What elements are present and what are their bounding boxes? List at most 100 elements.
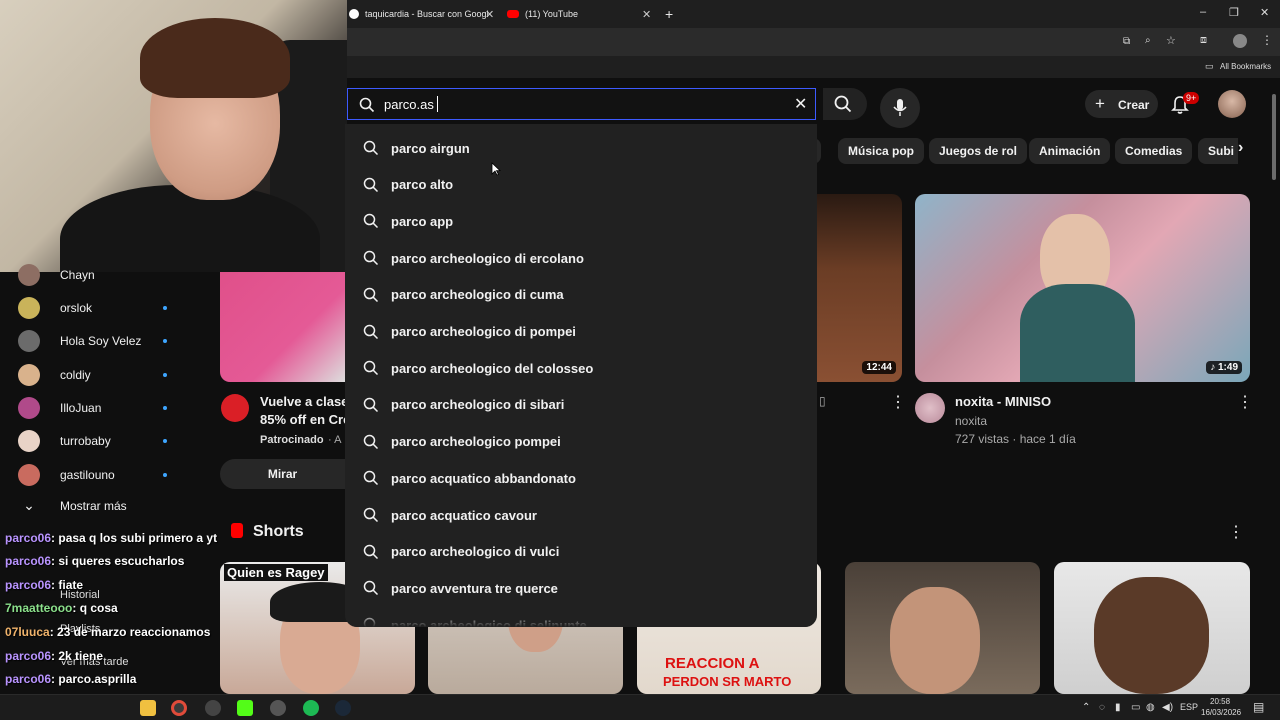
thumbnail-shirt [1020, 284, 1135, 382]
sidebar-item-gastilouno[interactable]: gastilouno [18, 464, 167, 486]
notification-badge: 9+ [1183, 92, 1200, 104]
scrollbar-thumb[interactable] [1272, 94, 1276, 180]
language-indicator[interactable]: ESP [1180, 702, 1198, 712]
notification-center-icon[interactable]: ▤ [1253, 700, 1264, 714]
ad-title-2[interactable]: 85% off en Cre [260, 412, 350, 427]
app-icon[interactable] [205, 700, 221, 716]
suggestion-item[interactable]: parco avventura tre querce [363, 578, 558, 598]
sidebar-item-turrobaby[interactable]: turrobaby [18, 430, 167, 452]
sidebar-item-label: coldiy [60, 368, 91, 382]
account-avatar[interactable] [1218, 90, 1246, 118]
search-button[interactable] [823, 88, 867, 120]
chip-juegos-de-rol[interactable]: Juegos de rol [929, 138, 1028, 164]
search-icon [363, 177, 379, 192]
chip-animacion[interactable]: Animación [1029, 138, 1111, 164]
sidebar-item-illojuan[interactable]: IlloJuan [18, 397, 167, 419]
chip-comedias[interactable]: Comedias [1115, 138, 1193, 164]
chip-musica-pop[interactable]: Música pop [838, 138, 925, 164]
minimize-icon[interactable]: – [1200, 6, 1206, 18]
suggestion-item[interactable]: parco archeologico del colosseo [363, 358, 593, 378]
suggestion-item[interactable]: parco archeologico di sibari [363, 395, 564, 415]
close-tab-icon[interactable]: ✕ [485, 8, 494, 21]
star-icon[interactable]: ☆ [1166, 34, 1176, 47]
suggestion-item[interactable]: parco acquatico cavour [363, 505, 537, 525]
sidebar-item-chayn[interactable]: Chayn [18, 264, 95, 286]
sidebar-item-orslok[interactable]: orslok [18, 297, 167, 319]
suggestion-item[interactable]: parco archeologico di cuma [363, 285, 564, 305]
show-more-button[interactable]: ⌄ Mostrar más [18, 497, 127, 514]
close-tab-icon[interactable]: ✕ [642, 8, 651, 21]
ad-cta-button[interactable]: Mirar [220, 459, 345, 489]
channel-name[interactable]: noxita [955, 414, 987, 428]
chip-partial[interactable]: Subi [1198, 138, 1238, 164]
sidebar-item-label: Chayn [60, 268, 95, 282]
clock-time[interactable]: 20:58 [1210, 697, 1230, 706]
profile-icon[interactable] [1233, 34, 1247, 48]
notifications-button[interactable]: 9+ [1170, 92, 1200, 118]
mic-tray-icon[interactable]: ▮ [1115, 702, 1121, 713]
network-icon[interactable]: ◍ [1146, 702, 1155, 713]
more-options-icon[interactable]: ⋮ [890, 392, 906, 412]
volume-icon[interactable]: ◀) [1162, 702, 1173, 713]
suggestion-item[interactable]: parco airgun [363, 138, 470, 158]
suggestion-item[interactable]: parco archeologico di vulci [363, 542, 559, 562]
suggestion-item[interactable]: parco acquatico abbandonato [363, 468, 576, 488]
sidebar-item-hola-soy-velez[interactable]: Hola Soy Velez [18, 330, 167, 352]
new-content-dot [163, 373, 167, 377]
tray-app-icon[interactable]: ▭ [1131, 702, 1140, 713]
short-overlay-text: REACCION A [665, 655, 760, 672]
install-icon[interactable]: ⧉ [1123, 36, 1130, 47]
sidebar-item-label: turrobaby [60, 434, 111, 448]
voice-search-button[interactable] [880, 88, 920, 128]
chrome-icon[interactable] [171, 700, 187, 716]
chevron-right-icon[interactable]: › [1238, 139, 1243, 157]
new-tab-button[interactable]: + [665, 4, 673, 24]
short-thumbnail[interactable] [845, 562, 1040, 694]
kick-icon[interactable] [237, 700, 253, 716]
duration-badge: 12:44 [862, 361, 896, 374]
menu-icon[interactable]: ⋮ [1261, 33, 1273, 47]
clock-date[interactable]: 16/03/2026 [1201, 708, 1241, 717]
sidebar-item-label: gastilouno [60, 468, 115, 482]
video-title[interactable]: noxita - MINISO [955, 394, 1051, 409]
tab-youtube[interactable]: (11) YouTube ✕ [507, 4, 657, 24]
suggestion-item[interactable]: parco archeologico pompei [363, 432, 561, 452]
suggestion-item[interactable]: parco alto [363, 175, 453, 195]
create-button[interactable]: + Crear [1085, 90, 1158, 118]
ad-title-1[interactable]: Vuelve a clase [260, 394, 348, 409]
search-box[interactable]: parco.as ✕ [347, 88, 816, 120]
chat-username: parco06 [5, 554, 52, 568]
obs-icon[interactable] [270, 700, 286, 716]
suggestion-item[interactable]: parco archeologico di pompei [363, 322, 576, 342]
youtube-favicon-icon [507, 10, 519, 18]
all-bookmarks-label[interactable]: All Bookmarks [1220, 62, 1271, 71]
sidebar-item-label: orslok [60, 301, 93, 315]
restore-icon[interactable]: ❐ [1229, 6, 1239, 19]
suggestion-item[interactable]: parco app [363, 211, 453, 231]
channel-avatar[interactable] [915, 393, 945, 423]
more-options-icon[interactable]: ⋮ [1228, 522, 1244, 542]
tab-google[interactable]: taquicardia - Buscar con Googl ✕ [349, 4, 499, 24]
clear-search-icon[interactable]: ✕ [794, 94, 807, 114]
search-input[interactable]: parco.as [384, 97, 434, 112]
tray-app-icon[interactable]: ◌ [1099, 702, 1105, 713]
suggestion-item[interactable]: parco archeologico di ercolano [363, 248, 584, 268]
extensions-icon[interactable]: ⧈ [1200, 34, 1207, 47]
short-thumbnail[interactable] [1054, 562, 1250, 694]
steam-icon[interactable] [335, 700, 351, 716]
new-content-dot [163, 306, 167, 310]
video-thumbnail[interactable]: ♪ 1:49 [915, 194, 1250, 382]
duration-value: 1:49 [1217, 362, 1238, 373]
tray-chevron-icon[interactable]: ⌃ [1082, 702, 1090, 713]
file-explorer-icon[interactable] [140, 700, 156, 716]
spotify-icon[interactable] [303, 700, 319, 716]
more-options-icon[interactable]: ⋮ [1237, 392, 1253, 412]
close-window-icon[interactable]: ✕ [1260, 6, 1269, 19]
suggestion-text: parco app [391, 213, 454, 229]
ad-thumbnail[interactable] [220, 272, 345, 382]
sidebar-item-coldiy[interactable]: coldiy [18, 364, 167, 386]
zoom-icon[interactable]: ⌕ [1145, 35, 1151, 46]
address-bar[interactable]: ⧉ ⌕ ☆ ⧈ ⋮ [347, 28, 1280, 56]
video-thumbnail[interactable]: 12:44 [816, 194, 902, 382]
avatar [18, 364, 40, 386]
